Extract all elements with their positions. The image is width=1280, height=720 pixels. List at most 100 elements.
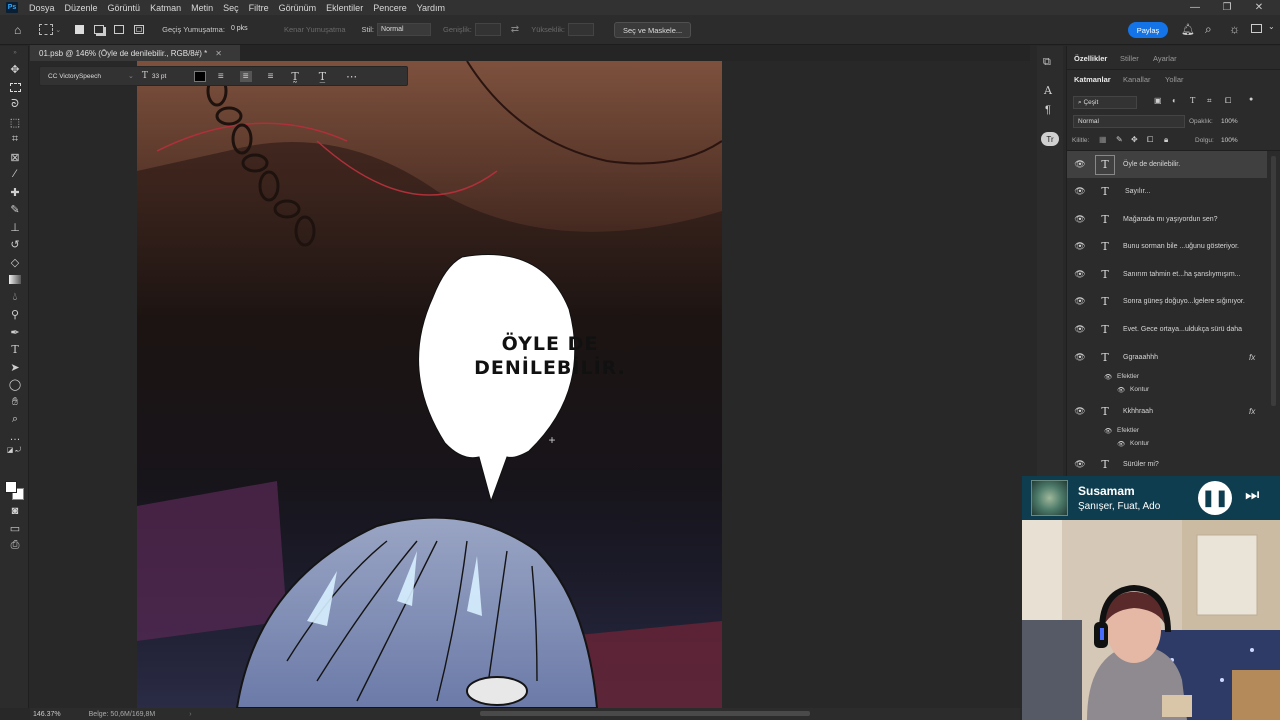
marquee-tool-icon[interactable] bbox=[39, 24, 54, 35]
close-icon[interactable]: ✕ bbox=[1244, 0, 1274, 15]
effects-eye-icon[interactable]: 👁︎ bbox=[1104, 373, 1112, 381]
filter-smart-object-icon[interactable]: ⧠ bbox=[1225, 96, 1231, 106]
filter-shape-icon[interactable]: ⌗ bbox=[1207, 96, 1212, 106]
eye-icon[interactable]: 👁︎ bbox=[1074, 352, 1085, 362]
pause-icon[interactable]: ❚❚ bbox=[1198, 481, 1232, 515]
speech-bubble-text[interactable]: ÖYLE DE DENİLEBİLİR. bbox=[467, 332, 633, 382]
clone-stamp-tool-icon[interactable]: ⊥ bbox=[7, 220, 23, 234]
foreground-color-swatch[interactable] bbox=[5, 481, 17, 493]
zoom-tool-icon[interactable]: ⌕ bbox=[7, 412, 23, 426]
document-size[interactable]: Belge: 50,6M/169,8M bbox=[89, 711, 156, 718]
layer-row[interactable]: 👁︎ T Öyle de denilebilir. bbox=[1067, 151, 1267, 178]
type-tool-icon[interactable]: T bbox=[7, 342, 23, 356]
filter-toggle-icon[interactable]: ● bbox=[1249, 96, 1253, 103]
feather-input[interactable]: 0 pks bbox=[228, 23, 266, 36]
layer-row[interactable]: 👁︎ T Mağarada mı yaşıyordun sen? bbox=[1067, 206, 1267, 233]
next-track-icon[interactable]: ⏭︎ bbox=[1245, 487, 1259, 505]
swap-icon[interactable]: ⇄ bbox=[511, 24, 519, 35]
font-chevron-icon[interactable]: ⌄ bbox=[128, 72, 134, 80]
hand-tool-icon[interactable]: ✋︎ bbox=[7, 395, 23, 409]
layer-row[interactable]: 👁︎ T Kkhhraah fx bbox=[1067, 398, 1267, 425]
eraser-tool-icon[interactable]: ◇ bbox=[7, 255, 23, 269]
layer-row[interactable]: 👁︎ T Sürüler mi? bbox=[1067, 451, 1267, 478]
blur-tool-icon[interactable]: 💧︎ bbox=[7, 290, 23, 304]
subtract-selection-icon[interactable] bbox=[114, 25, 125, 34]
eye-icon[interactable]: 👁︎ bbox=[1074, 159, 1085, 169]
layers-scrollbar[interactable] bbox=[1271, 156, 1276, 406]
workspace-icon[interactable] bbox=[1251, 24, 1262, 33]
eye-icon[interactable]: 👁︎ bbox=[1074, 324, 1085, 334]
align-center-icon[interactable]: ≡ bbox=[239, 70, 252, 82]
tool-preset-chevron-icon[interactable]: ⌄ bbox=[55, 26, 61, 34]
select-and-mask-button[interactable]: Seç ve Maskele... bbox=[613, 21, 692, 38]
eyedropper-tool-icon[interactable]: ⁄ bbox=[7, 167, 23, 181]
font-size-select[interactable]: 33 pt bbox=[152, 73, 192, 80]
menu-duzenle[interactable]: Düzenle bbox=[60, 3, 103, 13]
ellipse-tool-icon[interactable]: ◯ bbox=[7, 377, 23, 391]
eye-icon[interactable]: 👁︎ bbox=[1074, 269, 1085, 279]
status-chevron-icon[interactable]: › bbox=[189, 711, 191, 718]
blend-mode-select[interactable]: Normal bbox=[1073, 115, 1185, 128]
share-image-icon[interactable]: ⎙ bbox=[7, 538, 23, 552]
eye-icon[interactable]: 👁︎ bbox=[1074, 214, 1085, 224]
eye-icon[interactable]: 👁︎ bbox=[1074, 296, 1085, 306]
lock-position-icon[interactable]: ✥ bbox=[1131, 135, 1138, 144]
canvas-area[interactable]: ÖYLE DE DENİLEBİLİR. + bbox=[30, 61, 1020, 708]
eye-icon[interactable]: 👁︎ bbox=[1074, 406, 1085, 416]
lasso-tool-icon[interactable]: ᘐ bbox=[7, 97, 23, 111]
menu-yardim[interactable]: Yardım bbox=[412, 3, 450, 13]
horizontal-scrollbar[interactable] bbox=[480, 711, 810, 716]
gradient-tool-icon[interactable] bbox=[7, 272, 23, 286]
tab-paths[interactable]: Yollar bbox=[1165, 75, 1184, 84]
home-icon[interactable]: ⌂ bbox=[14, 23, 21, 37]
rectangular-marquee-tool-icon[interactable] bbox=[7, 80, 23, 94]
layer-row[interactable]: 👁︎ T Ggraaahhh fx bbox=[1067, 344, 1267, 371]
minimize-icon[interactable]: — bbox=[1180, 0, 1210, 15]
tab-properties[interactable]: Özellikler bbox=[1074, 54, 1107, 63]
character-panel-icon[interactable]: T̲ bbox=[319, 70, 326, 83]
menu-dosya[interactable]: Dosya bbox=[24, 3, 60, 13]
align-left-icon[interactable]: ≡ bbox=[218, 71, 224, 82]
menu-pencere[interactable]: Pencere bbox=[368, 3, 412, 13]
lock-all-icon[interactable]: 🔒︎ bbox=[1164, 135, 1168, 145]
frame-tool-icon[interactable]: ⊠ bbox=[7, 150, 23, 164]
layer-row[interactable]: 👁︎ T Sonra güneş doğuyo...lgelere sığını… bbox=[1067, 288, 1267, 315]
menu-gorunum[interactable]: Görünüm bbox=[274, 3, 322, 13]
document-tab[interactable]: 01.psb @ 146% (Öyle de denilebilir., RGB… bbox=[30, 45, 240, 61]
effect-eye-icon[interactable]: 👁︎ bbox=[1117, 386, 1125, 394]
menu-metin[interactable]: Metin bbox=[186, 3, 218, 13]
intersect-selection-icon[interactable] bbox=[134, 25, 145, 34]
layer-row[interactable]: 👁︎ T Sayılır... bbox=[1067, 178, 1267, 205]
glyphs-icon[interactable]: Tr bbox=[1041, 132, 1059, 146]
tab-channels[interactable]: Kanallar bbox=[1123, 75, 1151, 84]
paragraph-icon[interactable]: ¶ bbox=[1045, 104, 1051, 116]
style-select[interactable]: Normal bbox=[377, 23, 432, 36]
lock-pixels-icon[interactable]: ✎ bbox=[1116, 135, 1123, 144]
menu-katman[interactable]: Katman bbox=[145, 3, 186, 13]
restore-icon[interactable]: ❐ bbox=[1212, 0, 1242, 15]
menu-goruntu[interactable]: Görüntü bbox=[103, 3, 146, 13]
dodge-tool-icon[interactable]: ⚲ bbox=[7, 307, 23, 321]
search-icon[interactable]: ⌕ bbox=[1205, 22, 1212, 37]
lock-artboard-icon[interactable]: ⧠ bbox=[1147, 135, 1153, 145]
tab-styles[interactable]: Stiller bbox=[1120, 54, 1139, 63]
lock-transparent-icon[interactable]: ▦ bbox=[1099, 135, 1107, 144]
fill-input[interactable]: 100% bbox=[1221, 137, 1238, 144]
object-selection-tool-icon[interactable]: ⬚ bbox=[7, 115, 23, 129]
height-input[interactable] bbox=[567, 23, 594, 36]
layer-row[interactable]: 👁︎ T Bunu sorman bile ...uğunu gösteriyo… bbox=[1067, 233, 1267, 260]
tab-close-icon[interactable]: ✕ bbox=[215, 49, 222, 58]
workspace-chevron-icon[interactable]: ⌄ bbox=[1268, 22, 1275, 31]
character-icon[interactable]: A bbox=[1044, 84, 1052, 97]
zoom-level[interactable]: 146.37% bbox=[33, 711, 61, 718]
share-button[interactable]: Paylaş bbox=[1128, 22, 1168, 38]
fx-icon[interactable]: fx bbox=[1249, 407, 1255, 416]
opacity-input[interactable]: 100% bbox=[1221, 118, 1238, 125]
new-selection-icon[interactable] bbox=[75, 25, 85, 34]
bell-icon[interactable]: 🔔︎ bbox=[1181, 23, 1195, 36]
screen-mode-icon[interactable]: ▭ bbox=[7, 521, 23, 535]
history-panel-icon[interactable]: ⧉ bbox=[1043, 56, 1051, 69]
add-selection-icon[interactable] bbox=[94, 25, 105, 34]
menu-eklentiler[interactable]: Eklentiler bbox=[321, 3, 368, 13]
layer-row[interactable]: 👁︎ T Sanırım tahmin et...ha şanslıymışım… bbox=[1067, 261, 1267, 288]
